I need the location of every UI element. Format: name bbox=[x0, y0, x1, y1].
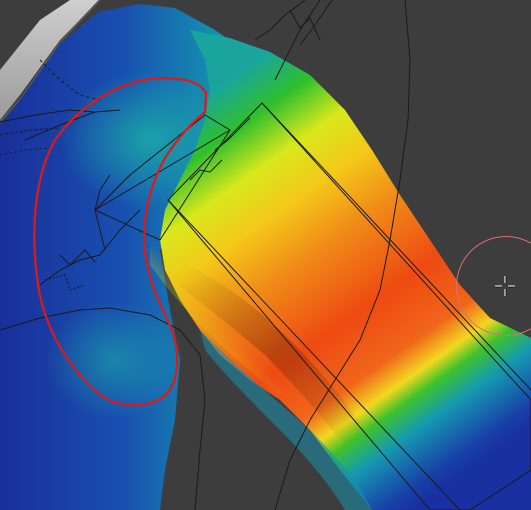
3d-viewport[interactable] bbox=[0, 0, 531, 510]
crosshair-icon bbox=[495, 276, 515, 296]
weight-paint-scene[interactable] bbox=[0, 0, 531, 510]
